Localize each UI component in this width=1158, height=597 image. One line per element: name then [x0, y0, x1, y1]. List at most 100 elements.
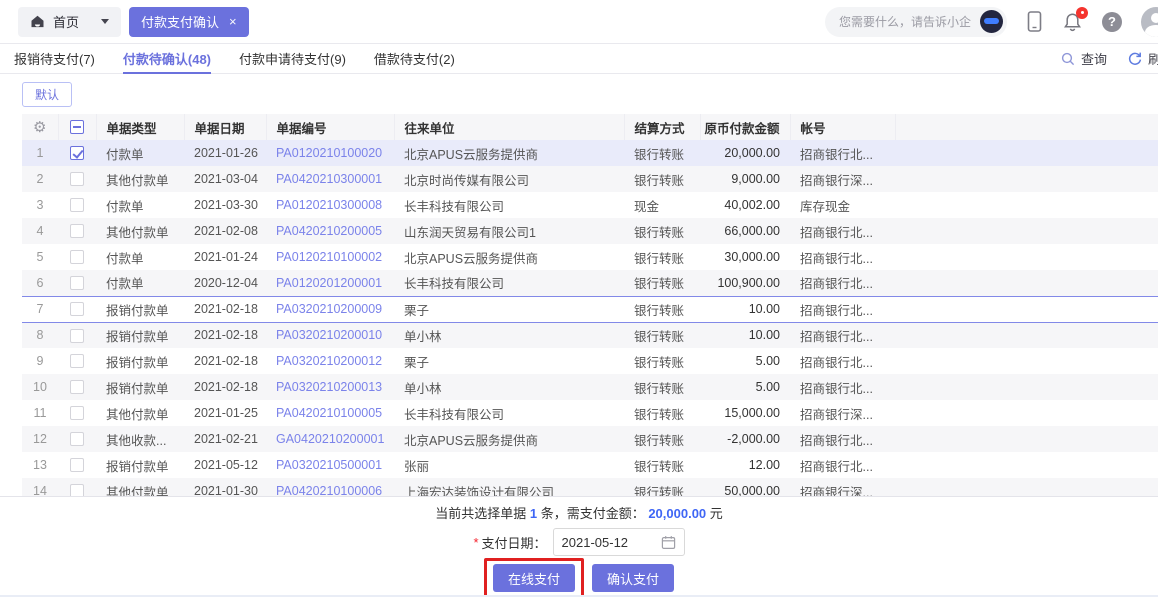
cell-doc-type: 付款单	[96, 270, 184, 296]
cell-doc-type: 报销付款单	[96, 348, 184, 374]
default-filter-chip[interactable]: 默认	[22, 82, 72, 107]
row-checkbox[interactable]	[70, 198, 84, 212]
col-partner: 往来单位	[394, 114, 624, 140]
doc-number-link[interactable]: PA0420210200005	[276, 224, 382, 238]
row-checkbox[interactable]	[70, 329, 84, 343]
row-checkbox[interactable]	[70, 406, 84, 420]
table-settings-gear-icon[interactable]: ⚙	[33, 118, 46, 136]
cell-amount: 10.00	[700, 296, 790, 322]
mobile-app-button[interactable]	[1026, 10, 1043, 34]
payment-date-input[interactable]: 2021-05-12	[553, 528, 685, 556]
tab-payment-pending-confirm[interactable]: 付款待确认(48)	[123, 44, 211, 73]
doc-number-link[interactable]: PA0320210200012	[276, 354, 382, 368]
search-icon	[1060, 51, 1076, 67]
cell-amount: 20,000.00	[700, 140, 790, 166]
doc-number-link[interactable]: PA0320210200013	[276, 380, 382, 394]
tab-reimburse-pending[interactable]: 报销待支付(7)	[14, 44, 95, 73]
refresh-button[interactable]: 刷新	[1127, 49, 1158, 68]
table-row[interactable]: 13 报销付款单 2021-05-12 PA0320210500001 张丽 银…	[22, 452, 1158, 478]
home-tab[interactable]: 首页	[18, 7, 121, 37]
table-row[interactable]: 11 其他付款单 2021-01-25 PA0420210100005 长丰科技…	[22, 400, 1158, 426]
cell-account: 招商银行深...	[790, 400, 895, 426]
row-checkbox[interactable]	[70, 172, 84, 186]
annotation-red-box: 在线支付	[484, 558, 584, 597]
cell-doc-type: 其他付款单	[96, 218, 184, 244]
doc-number-link[interactable]: PA0120210100002	[276, 250, 382, 264]
cell-filler	[895, 478, 1158, 497]
cell-partner: 栗子	[394, 296, 624, 322]
refresh-icon	[1127, 51, 1143, 67]
cell-account: 招商银行深...	[790, 478, 895, 497]
tab-loan-pending[interactable]: 借款待支付(2)	[374, 44, 455, 73]
selected-count: 1	[530, 506, 537, 521]
notifications-button[interactable]	[1062, 11, 1083, 33]
confirm-pay-button[interactable]: 确认支付	[592, 564, 674, 592]
cell-doc-date: 2021-01-24	[184, 244, 266, 270]
doc-number-link[interactable]: PA0120210300008	[276, 198, 382, 212]
doc-number-link[interactable]: PA0320210500001	[276, 458, 382, 472]
online-pay-button[interactable]: 在线支付	[493, 564, 575, 592]
table-row[interactable]: 4 其他付款单 2021-02-08 PA0420210200005 山东润天贸…	[22, 218, 1158, 244]
row-number: 5	[22, 244, 58, 270]
table-row[interactable]: 2 其他付款单 2021-03-04 PA0420210300001 北京时尚传…	[22, 166, 1158, 192]
doc-number-link[interactable]: PA0120210100020	[276, 146, 382, 160]
help-button[interactable]: ?	[1102, 12, 1122, 32]
row-number: 4	[22, 218, 58, 244]
row-checkbox[interactable]	[70, 302, 84, 316]
cell-account: 库存现金	[790, 192, 895, 218]
doc-number-link[interactable]: PA0320210200010	[276, 328, 382, 342]
required-mark: *	[473, 535, 478, 550]
col-settle-method: 结算方式	[624, 114, 700, 140]
row-checkbox[interactable]	[70, 250, 84, 264]
doc-number-link[interactable]: PA0420210300001	[276, 172, 382, 186]
table-row[interactable]: 3 付款单 2021-03-30 PA0120210300008 长丰科技有限公…	[22, 192, 1158, 218]
cell-partner: 北京APUS云服务提供商	[394, 140, 624, 166]
row-checkbox[interactable]	[70, 432, 84, 446]
table-header-row: ⚙ 单据类型 单据日期 单据编号 往来单位 结算方式 原币付款金额 帐号	[22, 114, 1158, 140]
cell-partner: 北京APUS云服务提供商	[394, 244, 624, 270]
payment-date-row: * 支付日期： 2021-05-12	[0, 528, 1158, 556]
table-row[interactable]: 14 其他付款单 2021-01-30 PA0420210100006 上海宏达…	[22, 478, 1158, 497]
cell-amount: -2,000.00	[700, 426, 790, 452]
row-checkbox[interactable]	[70, 458, 84, 472]
query-button[interactable]: 查询	[1060, 49, 1107, 68]
cell-settle-method: 银行转账	[624, 166, 700, 192]
col-doc-date: 单据日期	[184, 114, 266, 140]
cell-partner: 长丰科技有限公司	[394, 400, 624, 426]
cell-doc-date: 2021-02-18	[184, 374, 266, 400]
table-row[interactable]: 12 其他收款... 2021-02-21 GA0420210200001 北京…	[22, 426, 1158, 452]
table-row[interactable]: 7 报销付款单 2021-02-18 PA0320210200009 栗子 银行…	[22, 296, 1158, 322]
table-row[interactable]: 5 付款单 2021-01-24 PA0120210100002 北京APUS云…	[22, 244, 1158, 270]
doc-number-link[interactable]: PA0320210200009	[276, 302, 382, 316]
cell-account: 招商银行北...	[790, 244, 895, 270]
cell-doc-date: 2020-12-04	[184, 270, 266, 296]
user-avatar[interactable]	[1141, 7, 1158, 37]
table-row[interactable]: 6 付款单 2020-12-04 PA0120201200001 长丰科技有限公…	[22, 270, 1158, 296]
doc-number-link[interactable]: PA0420210100005	[276, 406, 382, 420]
row-checkbox[interactable]	[70, 224, 84, 238]
close-tab-icon[interactable]: ×	[229, 15, 237, 28]
row-checkbox[interactable]	[70, 276, 84, 290]
table-row[interactable]: 9 报销付款单 2021-02-18 PA0320210200012 栗子 银行…	[22, 348, 1158, 374]
row-number: 8	[22, 322, 58, 348]
cell-doc-date: 2021-05-12	[184, 452, 266, 478]
table-row[interactable]: 1 付款单 2021-01-26 PA0120210100020 北京APUS云…	[22, 140, 1158, 166]
doc-number-link[interactable]: PA0420210100006	[276, 484, 382, 497]
col-doc-number: 单据编号	[266, 114, 394, 140]
row-checkbox[interactable]	[70, 146, 84, 160]
row-number: 12	[22, 426, 58, 452]
assistant-search[interactable]: 您需要什么，请告诉小企	[825, 7, 1007, 37]
cell-amount: 9,000.00	[700, 166, 790, 192]
row-checkbox[interactable]	[70, 354, 84, 368]
calendar-icon	[661, 535, 676, 550]
doc-number-link[interactable]: GA0420210200001	[276, 432, 384, 446]
tab-payment-request-pending[interactable]: 付款申请待支付(9)	[239, 44, 346, 73]
doc-number-link[interactable]: PA0120201200001	[276, 276, 382, 290]
table-row[interactable]: 10 报销付款单 2021-02-18 PA0320210200013 单小林 …	[22, 374, 1158, 400]
tab-payment-confirm[interactable]: 付款支付确认 ×	[129, 7, 249, 37]
select-all-checkbox[interactable]	[70, 120, 84, 134]
row-checkbox[interactable]	[70, 380, 84, 394]
row-checkbox[interactable]	[70, 484, 84, 497]
chevron-down-icon[interactable]	[101, 19, 109, 24]
table-row[interactable]: 8 报销付款单 2021-02-18 PA0320210200010 单小林 银…	[22, 322, 1158, 348]
